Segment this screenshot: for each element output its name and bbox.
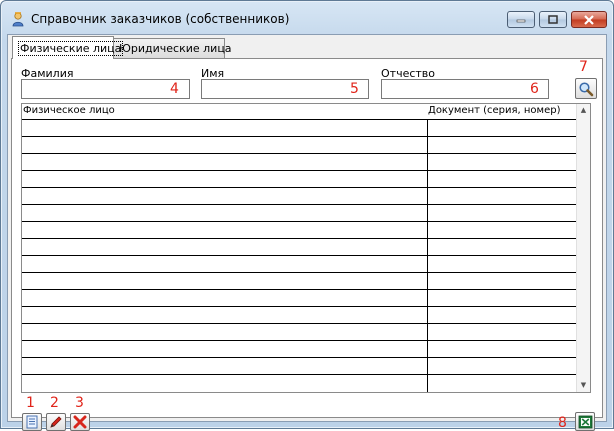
person-icon	[12, 12, 24, 27]
title-bar[interactable]: Справочник заказчиков (собственников)	[1, 1, 613, 35]
excel-icon	[578, 415, 592, 428]
add-button[interactable]	[22, 413, 42, 431]
table-header: Физическое лицо Документ (серия, номер)	[22, 104, 578, 119]
last-name-input[interactable]	[21, 79, 190, 99]
annotation-3: 3	[75, 395, 84, 411]
table-body	[22, 119, 578, 391]
table-row[interactable]	[22, 238, 578, 255]
tab-individuals[interactable]: Физические лица	[12, 36, 124, 59]
tab-legal-entities-label: Юридические лица	[119, 42, 232, 55]
delete-button[interactable]	[70, 413, 90, 431]
document-icon	[26, 415, 38, 429]
table-row[interactable]	[22, 306, 578, 323]
middle-name-input[interactable]	[381, 79, 549, 99]
first-name-input[interactable]	[201, 79, 369, 99]
maximize-button[interactable]	[539, 11, 567, 28]
edit-button[interactable]	[46, 413, 66, 431]
annotation-4: 4	[170, 81, 179, 97]
table-row[interactable]	[22, 204, 578, 221]
minimize-button[interactable]	[507, 11, 535, 28]
close-button[interactable]	[571, 11, 607, 28]
table-row[interactable]	[22, 323, 578, 340]
minimize-icon	[516, 19, 526, 22]
close-icon	[584, 14, 594, 25]
search-button[interactable]	[575, 78, 597, 99]
table-row[interactable]	[22, 357, 578, 374]
column-header-person[interactable]: Физическое лицо	[23, 105, 115, 116]
pencil-icon	[50, 416, 62, 428]
export-excel-button[interactable]	[575, 412, 595, 431]
table-row[interactable]	[22, 136, 578, 153]
annotation-6: 6	[530, 81, 539, 97]
table-row[interactable]	[22, 170, 578, 187]
maximize-icon	[548, 15, 558, 24]
tab-panel: Фамилия 4 Имя 5 Отчество 6 7 Физическое …	[11, 58, 603, 431]
column-divider	[427, 119, 428, 392]
individuals-table[interactable]: Физическое лицо Документ (серия, номер)	[21, 103, 591, 393]
delete-icon	[73, 415, 87, 429]
client-area: Физические лица Юридические лица Фамилия…	[7, 34, 607, 431]
scroll-down-icon[interactable]: ▼	[577, 379, 590, 392]
annotation-5: 5	[350, 81, 359, 97]
tab-individuals-label: Физические лица	[18, 41, 124, 56]
table-row[interactable]	[22, 255, 578, 272]
annotation-1: 1	[26, 395, 35, 411]
annotation-7: 7	[579, 59, 588, 75]
scroll-up-icon[interactable]: ▲	[577, 104, 590, 117]
vertical-scrollbar[interactable]: ▲ ▼	[576, 104, 590, 392]
table-row[interactable]	[22, 272, 578, 289]
table-row[interactable]	[22, 187, 578, 204]
table-row[interactable]	[22, 221, 578, 238]
table-row[interactable]	[22, 289, 578, 306]
window-title: Справочник заказчиков (собственников)	[31, 12, 290, 26]
table-row[interactable]	[22, 340, 578, 357]
window: Справочник заказчиков (собственников) Фи…	[0, 0, 614, 431]
table-row[interactable]	[22, 153, 578, 170]
table-row[interactable]	[22, 374, 578, 391]
annotation-2: 2	[50, 395, 59, 411]
table-row[interactable]	[22, 119, 578, 136]
tab-legal-entities[interactable]: Юридические лица	[113, 38, 232, 58]
column-header-document[interactable]: Документ (серия, номер)	[428, 105, 561, 116]
search-icon	[579, 81, 594, 96]
